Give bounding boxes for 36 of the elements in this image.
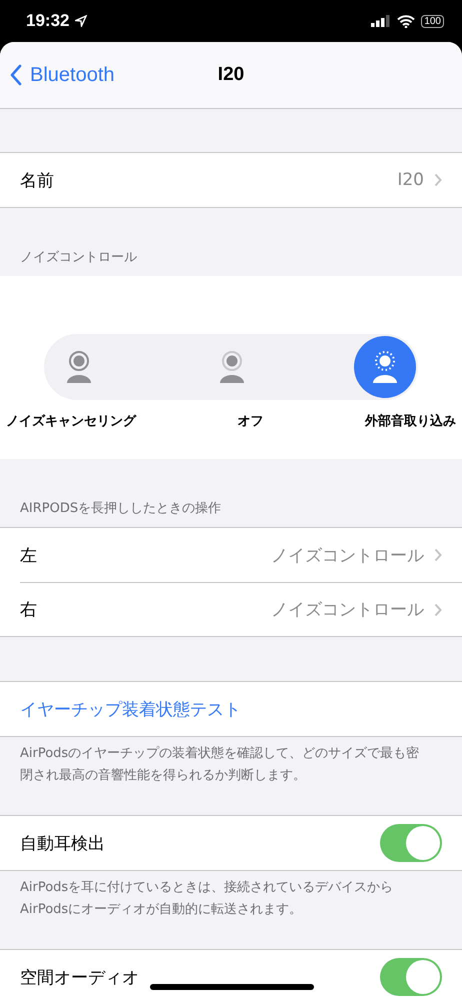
mode-label: 外部音取り込み — [365, 412, 456, 430]
person-ring-icon — [218, 351, 246, 383]
back-button[interactable]: Bluetooth — [0, 64, 115, 86]
battery-indicator: 100 — [421, 14, 444, 28]
chevron-right-icon — [434, 548, 442, 562]
footer-text: AirPodsのイヤーチップの装着状態を確認して、どのサイズで最も密閉され最高の音響性能を得られるか判断します。 — [20, 745, 420, 785]
row-value: I20 — [397, 170, 424, 190]
location-arrow-icon — [75, 15, 88, 27]
toggle-switch[interactable] — [380, 824, 442, 862]
chevron-right-icon — [434, 173, 442, 187]
mode-label: オフ — [238, 413, 264, 430]
toggle-switch[interactable] — [380, 958, 442, 996]
person-dotted-ring-icon — [371, 351, 399, 383]
settings-row[interactable]: 右 ノイズコントロール — [20, 582, 462, 636]
mode-option[interactable] — [354, 336, 416, 398]
section-header: ノイズコントロール — [20, 249, 137, 266]
person-ring-icon — [65, 351, 93, 383]
name-row[interactable]: 名前 I20 — [0, 153, 462, 207]
row-label: 名前 — [20, 170, 55, 192]
row-value: ノイズコントロール — [271, 599, 424, 621]
row-label: 右 — [20, 599, 38, 621]
row-label: 空間オーディオ — [20, 966, 140, 988]
settings-row[interactable]: 左 ノイズコントロール — [0, 528, 462, 582]
chevron-right-icon — [434, 602, 442, 616]
footer-text: AirPodsを耳に付けているときは、接続されているデバイスからAirPodsにオーディオが自動的に転送されます。 — [20, 879, 394, 919]
section-header: AIRPODSを長押ししたときの操作 — [20, 500, 222, 517]
row-label: 左 — [20, 544, 38, 566]
row-value: ノイズコントロール — [271, 544, 424, 566]
status-time: 19:32 — [26, 11, 70, 31]
wifi-icon — [397, 14, 416, 28]
row-label: 自動耳検出 — [20, 832, 106, 854]
eartip-test-link[interactable]: イヤーチップ装着状態テスト — [20, 698, 241, 720]
signal-icon — [371, 15, 392, 27]
mode-label: ノイズキャンセリング — [6, 413, 136, 430]
chevron-left-icon — [10, 64, 22, 86]
nav-title: I20 — [218, 64, 244, 86]
